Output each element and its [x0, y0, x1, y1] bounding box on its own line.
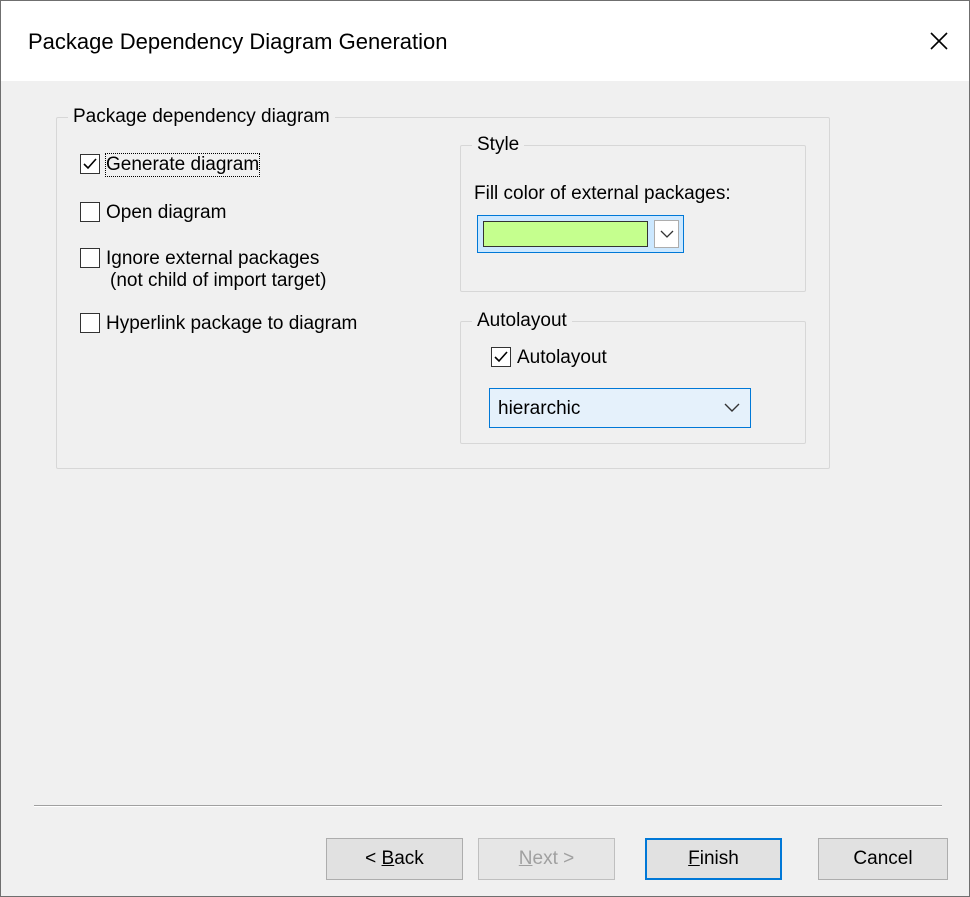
- generate-diagram-checkbox[interactable]: Generate diagram: [80, 153, 261, 177]
- chevron-down-icon: [724, 403, 740, 412]
- cancel-button[interactable]: Cancel: [818, 838, 948, 880]
- open-diagram-box[interactable]: [80, 202, 100, 222]
- back-prefix: <: [365, 848, 382, 869]
- autolayout-box[interactable]: [491, 347, 511, 367]
- hyperlink-package-checkbox[interactable]: Hyperlink package to diagram: [80, 313, 357, 335]
- fill-color-picker[interactable]: [477, 215, 684, 253]
- back-button[interactable]: < Back: [326, 838, 463, 880]
- layout-type-select[interactable]: hierarchic: [489, 388, 751, 428]
- open-diagram-label: Open diagram: [106, 202, 227, 223]
- hyperlink-package-box[interactable]: [80, 313, 100, 333]
- cancel-label: Cancel: [853, 848, 913, 869]
- finish-button[interactable]: Finish: [645, 838, 782, 880]
- close-icon: [930, 32, 948, 50]
- title-bar: Package Dependency Diagram Generation: [1, 1, 969, 81]
- fill-color-label: Fill color of external packages:: [474, 183, 731, 204]
- back-mnemonic: B: [381, 848, 395, 869]
- window-title: Package Dependency Diagram Generation: [28, 29, 448, 54]
- next-mnemonic: N: [518, 848, 533, 869]
- ignore-external-box[interactable]: [80, 248, 100, 268]
- next-button[interactable]: Next >: [478, 838, 615, 880]
- fill-color-dropdown-button[interactable]: [654, 220, 679, 248]
- layout-type-value: hierarchic: [498, 398, 581, 419]
- dialog-window: Package Dependency Diagram Generation Pa…: [0, 0, 970, 897]
- autolayout-checkbox[interactable]: Autolayout: [491, 347, 607, 369]
- hyperlink-package-label: Hyperlink package to diagram: [106, 313, 358, 334]
- autolayout-legend: Autolayout: [472, 310, 572, 332]
- chevron-down-icon: [660, 230, 673, 238]
- ignore-external-sublabel: (not child of import target): [110, 270, 327, 291]
- checkmark-icon: [83, 158, 97, 170]
- generate-diagram-box[interactable]: [80, 154, 100, 174]
- autolayout-label: Autolayout: [517, 347, 607, 368]
- next-rest: ext >: [532, 848, 575, 869]
- finish-mnemonic: F: [688, 848, 700, 869]
- style-legend: Style: [472, 134, 525, 156]
- checkmark-icon: [494, 351, 508, 363]
- open-diagram-checkbox[interactable]: Open diagram: [80, 202, 226, 224]
- fill-color-swatch: [483, 221, 648, 247]
- package-dependency-legend: Package dependency diagram: [68, 106, 335, 128]
- back-rest: ack: [394, 848, 424, 869]
- ignore-external-checkbox[interactable]: Ignore external packages (not child of i…: [80, 248, 326, 292]
- finish-rest: inish: [699, 848, 739, 869]
- ignore-external-label: Ignore external packages: [106, 248, 320, 269]
- generate-diagram-label: Generate diagram: [104, 153, 261, 177]
- close-button[interactable]: [909, 1, 969, 81]
- footer-separator: [34, 805, 942, 807]
